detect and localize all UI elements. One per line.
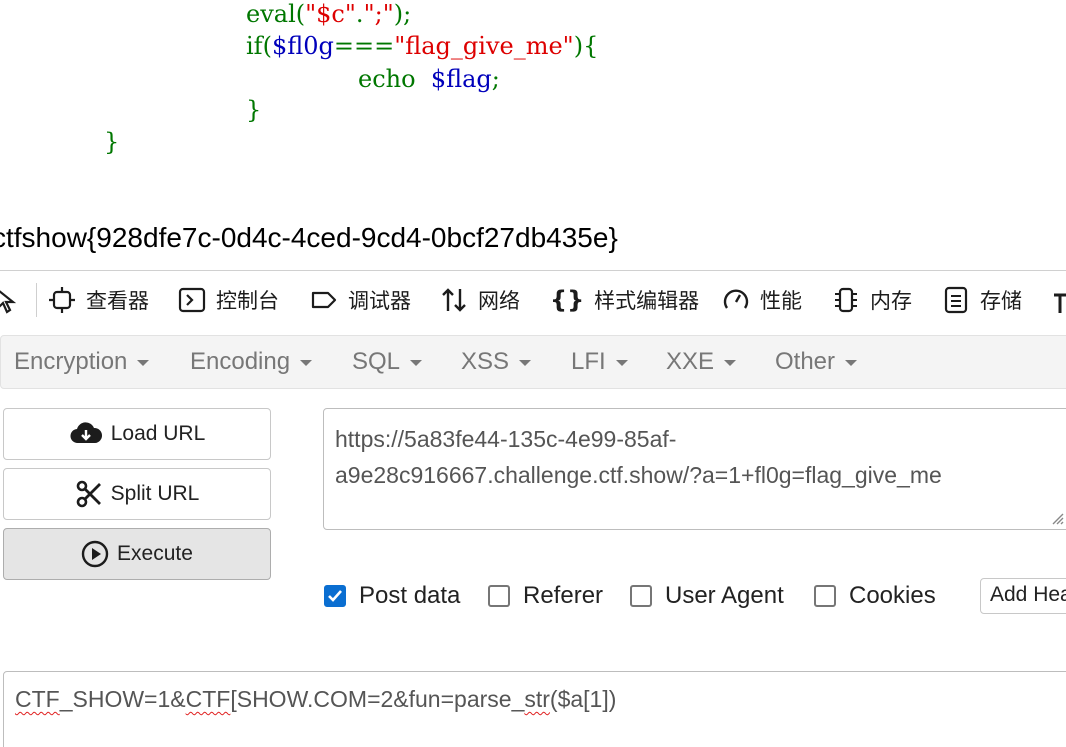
toolbar-divider [36,283,37,317]
chevron-down-icon [724,360,737,366]
tab-memory[interactable]: 内存 [832,284,912,316]
checkbox-unchecked-icon [814,585,836,607]
chevron-down-icon [845,360,858,366]
style-editor-icon: {} [550,286,585,314]
code-line-eval: eval("$c".";"); [246,0,412,28]
tab-performance[interactable]: 性能 [722,284,802,316]
flag-output: ctfshow{928dfe7c-0d4c-4ced-9cd4-0bcf27db… [0,222,618,253]
menu-sql[interactable]: SQL [352,348,423,376]
element-picker-icon[interactable] [0,286,22,319]
menu-xxe[interactable]: XXE [666,348,737,376]
network-icon [442,288,466,312]
hackbar-menu: Encryption Encoding SQL XSS LFI XXE Othe… [0,335,1066,389]
memory-icon [835,287,857,313]
tab-debugger[interactable]: 调试器 [310,284,411,316]
user-agent-checkbox[interactable]: User Agent [630,580,784,612]
checkbox-unchecked-icon [488,585,510,607]
tab-style-editor[interactable]: {} 样式编辑器 [550,284,699,316]
inspector-icon [49,287,75,313]
referer-checkbox[interactable]: Referer [488,580,603,612]
cookies-checkbox[interactable]: Cookies [814,580,936,612]
storage-icon [944,286,968,314]
code-line-close-block: } [104,128,120,156]
tab-storage[interactable]: 存储 [942,284,1022,316]
menu-encryption[interactable]: Encryption [14,348,150,376]
play-circle-icon [81,540,109,568]
load-url-button[interactable]: Load URL [3,408,271,460]
checkbox-checked-icon [324,585,346,607]
more-tools-icon[interactable] [1050,287,1066,320]
menu-encoding[interactable]: Encoding [190,348,313,376]
code-line-close-if: } [246,96,262,124]
url-textarea[interactable]: https://5a83fe44-135c-4e99-85af- a9e28c9… [323,408,1066,530]
menu-lfi[interactable]: LFI [571,348,628,376]
menu-other[interactable]: Other [775,348,858,376]
performance-icon [723,289,749,309]
checkbox-unchecked-icon [630,585,652,607]
chevron-down-icon [410,360,423,366]
scissors-icon [76,480,101,508]
tab-inspector[interactable]: 查看器 [48,284,149,316]
chevron-down-icon [137,360,150,366]
menu-xss[interactable]: XSS [461,348,532,376]
post-data-textarea[interactable]: CTF_SHOW=1&CTF[SHOW.COM=2&fun=parse_str(… [3,671,1066,747]
chevron-down-icon [519,360,532,366]
code-line-if: if($fl0g==="flag_give_me"){ [246,32,599,60]
add-header-button[interactable]: Add Header [980,578,1066,614]
debugger-icon [311,291,337,309]
console-icon [178,287,206,313]
cloud-download-icon [70,422,102,444]
resize-grip-icon[interactable] [1050,511,1064,525]
chevron-down-icon [615,360,628,366]
code-line-echo: echo $flag; [358,65,500,93]
post-data-checkbox[interactable]: Post data [324,580,460,612]
php-source-view: eval("$c".";"); if($fl0g==="flag_give_me… [0,0,1066,170]
devtools-toolbar: 查看器 控制台 调试器 网络 {} 样式编辑器 性能 内存 存储 [0,270,1066,328]
execute-button[interactable]: Execute [3,528,271,580]
split-url-button[interactable]: Split URL [3,468,271,520]
chevron-down-icon [300,360,313,366]
tab-network[interactable]: 网络 [440,284,520,316]
tab-console[interactable]: 控制台 [178,284,279,316]
